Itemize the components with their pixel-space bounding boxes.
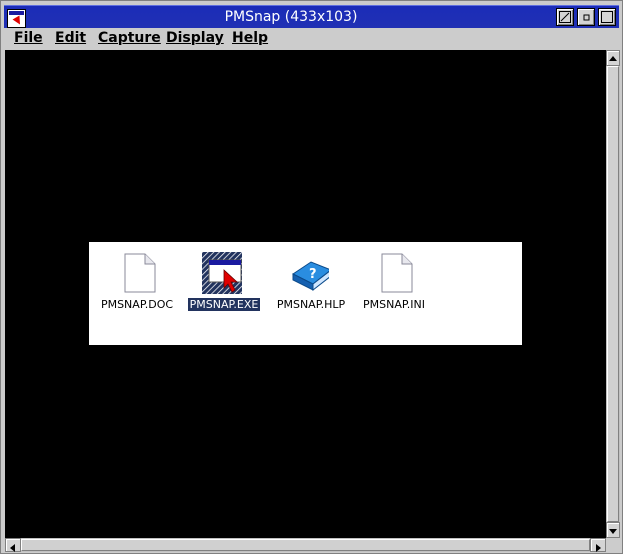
help-book-icon: ? [292, 261, 329, 292]
scrollbar-corner [606, 538, 620, 552]
scroll-left-button[interactable] [5, 538, 21, 552]
file-label: PMSNAP.HLP [276, 298, 346, 311]
menu-capture[interactable]: Capture [98, 29, 161, 47]
document-icon [124, 253, 156, 293]
file-label-selected: PMSNAP.EXE [187, 298, 261, 311]
restore-button[interactable] [556, 8, 574, 26]
file-icon-item[interactable]: ? PMSNAP.HLP [271, 250, 351, 320]
vertical-scroll-thumb[interactable] [607, 66, 619, 522]
vertical-scrollbar[interactable] [606, 50, 620, 538]
minimize-icon [583, 14, 590, 21]
arrow-up-icon [609, 56, 617, 61]
system-menu-icon[interactable] [7, 9, 26, 28]
file-icon-item[interactable]: PMSNAP.EXE [184, 250, 264, 320]
arrow-right-icon [596, 544, 601, 552]
menu-file[interactable]: File [14, 29, 43, 47]
file-label: PMSNAP.DOC [100, 298, 174, 311]
captured-image: PMSNAP.DOC PMSNAP.EXE ? PMSNAP.HLP PMSNA… [89, 242, 522, 345]
scroll-up-button[interactable] [606, 50, 620, 66]
pmsnap-window: PMSnap (433x103) File Edit Capture Displ… [0, 0, 623, 554]
arrow-down-icon [609, 529, 617, 534]
title-bar[interactable]: PMSnap (433x103) [4, 5, 619, 28]
file-label: PMSNAP.INI [363, 298, 425, 311]
menu-help[interactable]: Help [232, 29, 268, 47]
svg-text:?: ? [309, 267, 317, 282]
window-title: PMSnap (433x103) [224, 9, 358, 25]
arrow-left-icon [10, 544, 15, 552]
minimize-button[interactable] [577, 8, 595, 26]
menu-bar: File Edit Capture Display Help [4, 28, 619, 48]
file-icon-item[interactable]: PMSNAP.INI [354, 250, 434, 320]
program-icon [202, 252, 242, 294]
scroll-down-button[interactable] [606, 522, 620, 538]
file-icon-item[interactable]: PMSNAP.DOC [97, 250, 177, 320]
document-icon [381, 253, 413, 293]
scroll-right-button[interactable] [590, 538, 606, 552]
capture-view[interactable]: PMSNAP.DOC PMSNAP.EXE ? PMSNAP.HLP PMSNA… [5, 50, 606, 538]
menu-display[interactable]: Display [166, 29, 224, 47]
horizontal-scroll-thumb[interactable] [21, 539, 590, 551]
maximize-button[interactable] [598, 8, 616, 26]
menu-edit[interactable]: Edit [55, 29, 86, 47]
maximize-icon [601, 11, 613, 23]
restore-icon [559, 11, 571, 23]
horizontal-scrollbar[interactable] [5, 538, 606, 552]
